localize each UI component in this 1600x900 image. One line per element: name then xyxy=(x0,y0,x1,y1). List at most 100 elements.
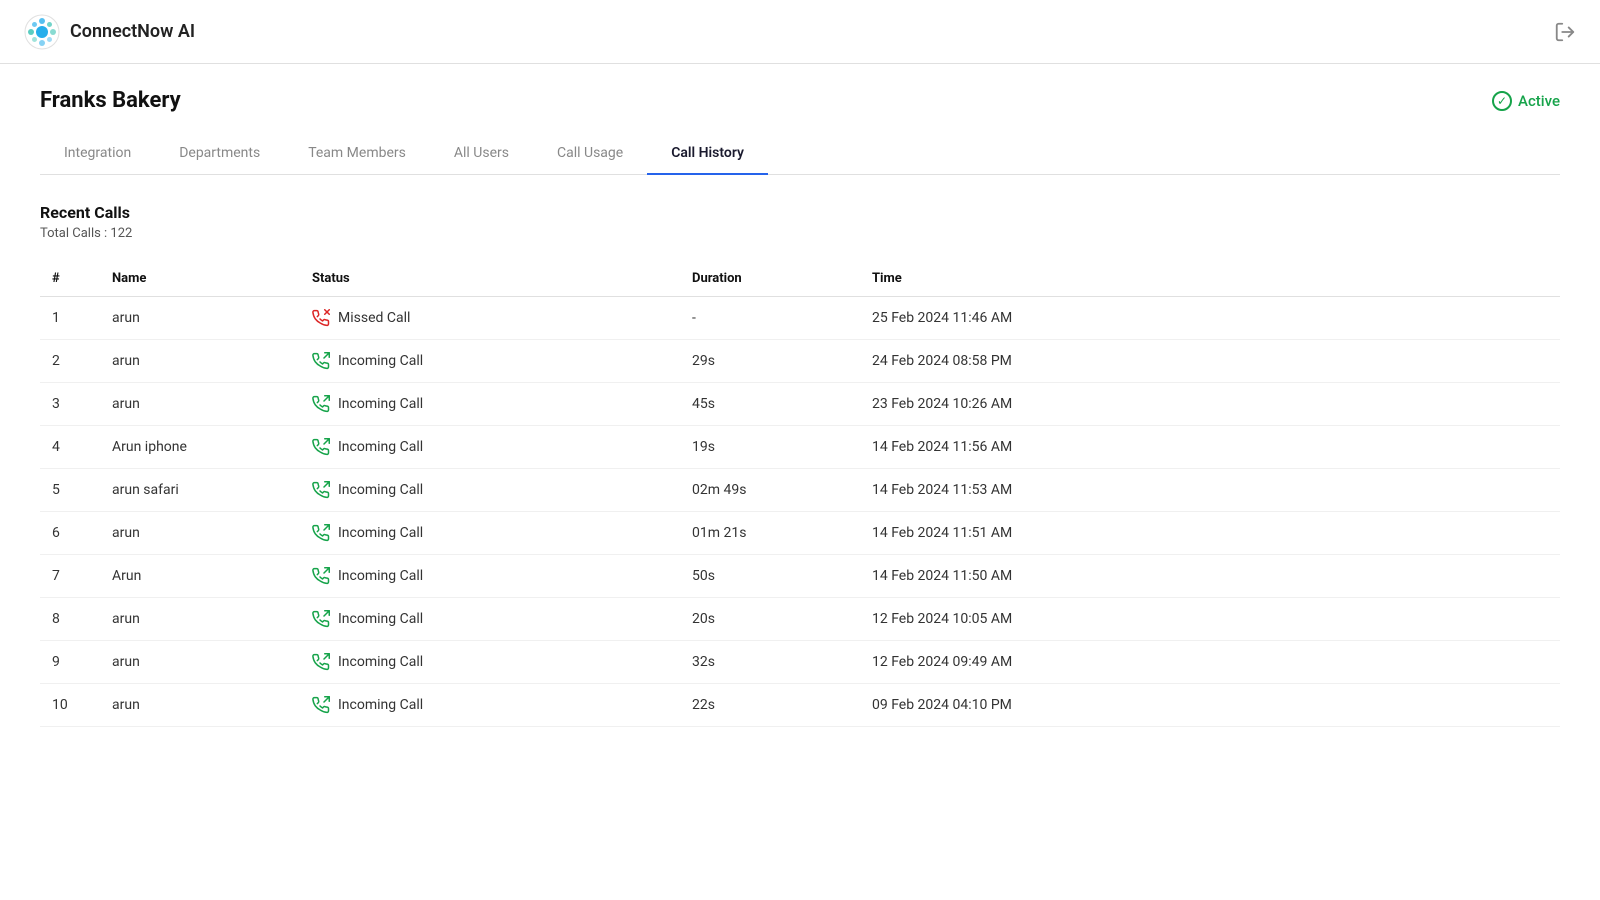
active-status-badge: ✓ Active xyxy=(1492,91,1560,111)
active-label: Active xyxy=(1518,92,1560,110)
tab-call-history[interactable]: Call History xyxy=(647,133,768,175)
incoming-call-icon xyxy=(312,352,330,370)
cell-time: 23 Feb 2024 10:26 AM xyxy=(860,383,1560,426)
status-label: Incoming Call xyxy=(338,439,423,455)
cell-time: 25 Feb 2024 11:46 AM xyxy=(860,297,1560,340)
cell-duration: 45s xyxy=(680,383,860,426)
cell-name: Arun iphone xyxy=(100,426,300,469)
cell-status: Incoming Call xyxy=(300,340,680,383)
cell-name: arun xyxy=(100,598,300,641)
checkmark-icon: ✓ xyxy=(1497,95,1507,107)
page-title: Franks Bakery xyxy=(40,88,181,113)
cell-name: arun xyxy=(100,684,300,727)
cell-name: arun xyxy=(100,641,300,684)
cell-num: 5 xyxy=(40,469,100,512)
active-circle-icon: ✓ xyxy=(1492,91,1512,111)
table-row: 2 arun Incoming Call 29s 24 Feb 2024 08:… xyxy=(40,340,1560,383)
incoming-call-icon xyxy=(312,610,330,628)
cell-time: 14 Feb 2024 11:56 AM xyxy=(860,426,1560,469)
tab-all-users[interactable]: All Users xyxy=(430,133,533,175)
cell-status: Incoming Call xyxy=(300,641,680,684)
status-label: Incoming Call xyxy=(338,525,423,541)
incoming-call-icon xyxy=(312,438,330,456)
cell-time: 14 Feb 2024 11:53 AM xyxy=(860,469,1560,512)
status-label: Incoming Call xyxy=(338,482,423,498)
cell-status: Incoming Call xyxy=(300,555,680,598)
tab-departments[interactable]: Departments xyxy=(155,133,284,175)
cell-status: Incoming Call xyxy=(300,512,680,555)
cell-status: Incoming Call xyxy=(300,426,680,469)
cell-status: Incoming Call xyxy=(300,598,680,641)
main-content: Franks Bakery ✓ Active IntegrationDepart… xyxy=(0,64,1600,751)
cell-duration: 02m 49s xyxy=(680,469,860,512)
cell-num: 6 xyxy=(40,512,100,555)
tab-integration[interactable]: Integration xyxy=(40,133,155,175)
table-row: 9 arun Incoming Call 32s 12 Feb 2024 09:… xyxy=(40,641,1560,684)
total-calls-label: Total Calls : 122 xyxy=(40,226,1560,241)
status-label: Incoming Call xyxy=(338,611,423,627)
col-header-status: Status xyxy=(300,261,680,297)
cell-duration: 22s xyxy=(680,684,860,727)
logo-area: ConnectNow AI xyxy=(24,14,195,50)
cell-time: 09 Feb 2024 04:10 PM xyxy=(860,684,1560,727)
table-row: 10 arun Incoming Call 22s 09 Feb 2024 04… xyxy=(40,684,1560,727)
cell-duration: 20s xyxy=(680,598,860,641)
status-label: Incoming Call xyxy=(338,697,423,713)
cell-num: 2 xyxy=(40,340,100,383)
table-row: 3 arun Incoming Call 45s 23 Feb 2024 10:… xyxy=(40,383,1560,426)
status-label: Incoming Call xyxy=(338,396,423,412)
incoming-call-icon xyxy=(312,395,330,413)
table-row: 1 arun Missed Call - 25 Feb 2024 11:46 A… xyxy=(40,297,1560,340)
table-row: 5 arun safari Incoming Call 02m 49s 14 F… xyxy=(40,469,1560,512)
tabs-nav: IntegrationDepartmentsTeam MembersAll Us… xyxy=(40,133,1560,175)
cell-num: 9 xyxy=(40,641,100,684)
cell-num: 1 xyxy=(40,297,100,340)
table-row: 6 arun Incoming Call 01m 21s 14 Feb 2024… xyxy=(40,512,1560,555)
missed-call-icon xyxy=(312,309,330,327)
cell-duration: 01m 21s xyxy=(680,512,860,555)
tab-call-usage[interactable]: Call Usage xyxy=(533,133,647,175)
logout-icon[interactable] xyxy=(1554,21,1576,43)
page-header: Franks Bakery ✓ Active xyxy=(40,88,1560,113)
cell-time: 14 Feb 2024 11:51 AM xyxy=(860,512,1560,555)
incoming-call-icon xyxy=(312,567,330,585)
app-title: ConnectNow AI xyxy=(70,21,195,42)
cell-name: arun safari xyxy=(100,469,300,512)
cell-duration: - xyxy=(680,297,860,340)
cell-status: Incoming Call xyxy=(300,469,680,512)
cell-status: Incoming Call xyxy=(300,684,680,727)
call-history-table: # Name Status Duration Time 1 arun Misse… xyxy=(40,261,1560,727)
incoming-call-icon xyxy=(312,524,330,542)
cell-duration: 19s xyxy=(680,426,860,469)
header-actions xyxy=(1554,21,1576,43)
logo-icon xyxy=(24,14,60,50)
cell-name: arun xyxy=(100,383,300,426)
col-header-time: Time xyxy=(860,261,1560,297)
incoming-call-icon xyxy=(312,481,330,499)
cell-num: 7 xyxy=(40,555,100,598)
tab-team-members[interactable]: Team Members xyxy=(284,133,430,175)
cell-num: 8 xyxy=(40,598,100,641)
section-title: Recent Calls xyxy=(40,203,1560,222)
status-label: Missed Call xyxy=(338,310,410,326)
header: ConnectNow AI xyxy=(0,0,1600,64)
cell-time: 24 Feb 2024 08:58 PM xyxy=(860,340,1560,383)
incoming-call-icon xyxy=(312,653,330,671)
cell-num: 3 xyxy=(40,383,100,426)
col-header-duration: Duration xyxy=(680,261,860,297)
incoming-call-icon xyxy=(312,696,330,714)
status-label: Incoming Call xyxy=(338,654,423,670)
col-header-num: # xyxy=(40,261,100,297)
cell-name: arun xyxy=(100,297,300,340)
recent-calls-section: Recent Calls Total Calls : 122 # Name St… xyxy=(40,203,1560,727)
cell-num: 10 xyxy=(40,684,100,727)
col-header-name: Name xyxy=(100,261,300,297)
cell-time: 12 Feb 2024 10:05 AM xyxy=(860,598,1560,641)
table-row: 4 Arun iphone Incoming Call 19s 14 Feb 2… xyxy=(40,426,1560,469)
cell-name: arun xyxy=(100,512,300,555)
cell-status: Missed Call xyxy=(300,297,680,340)
table-header: # Name Status Duration Time xyxy=(40,261,1560,297)
table-body: 1 arun Missed Call - 25 Feb 2024 11:46 A… xyxy=(40,297,1560,727)
table-row: 7 Arun Incoming Call 50s 14 Feb 2024 11:… xyxy=(40,555,1560,598)
cell-duration: 29s xyxy=(680,340,860,383)
